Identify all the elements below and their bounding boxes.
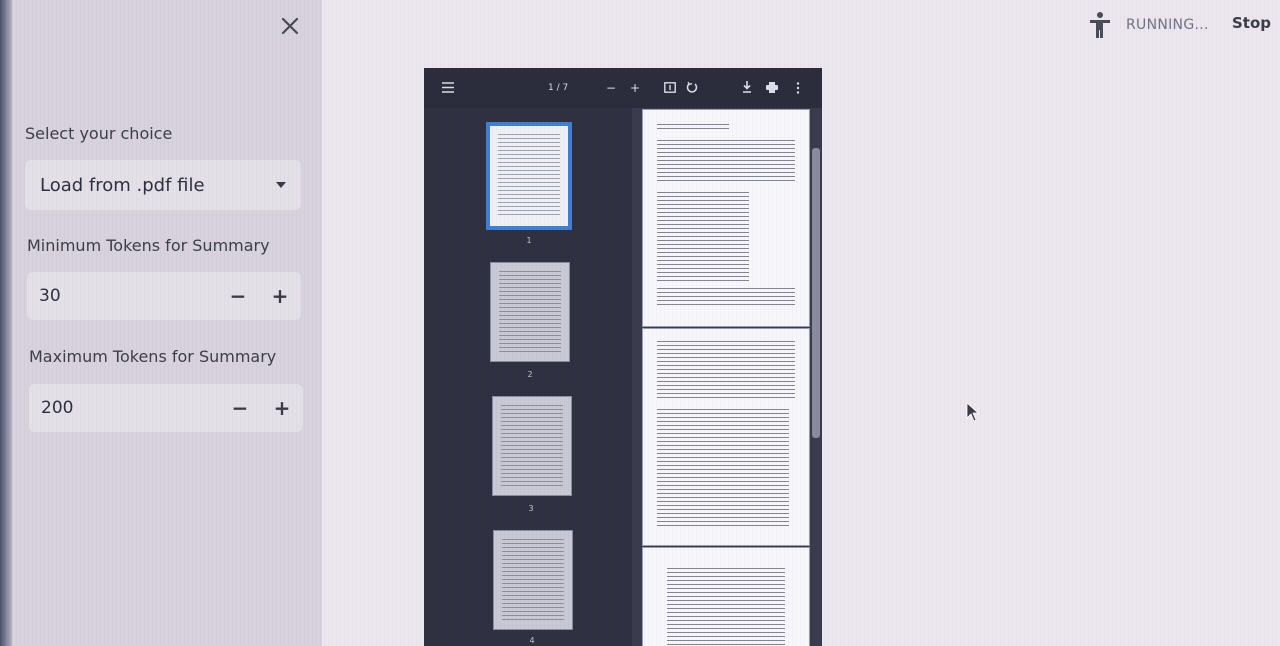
max-tokens-label: Maximum Tokens for Summary xyxy=(29,347,277,366)
min-tokens-label: Minimum Tokens for Summary xyxy=(27,236,270,255)
close-sidebar-button[interactable] xyxy=(276,12,304,40)
select-value: Load from .pdf file xyxy=(40,174,205,196)
source-select[interactable]: Load from .pdf file xyxy=(25,160,301,210)
max-tokens-increment-button[interactable]: + xyxy=(261,384,303,432)
pdf-page xyxy=(642,547,810,646)
running-person-icon xyxy=(1090,12,1110,38)
zoom-in-button[interactable]: + xyxy=(630,80,640,96)
more-vertical-icon[interactable] xyxy=(796,82,800,94)
chevron-down-icon xyxy=(276,182,286,188)
select-label: Select your choice xyxy=(25,124,173,143)
page-thumbnail[interactable] xyxy=(490,262,570,362)
sidebar-toggle-icon[interactable] xyxy=(442,82,454,93)
thumbnail-number: 2 xyxy=(527,370,533,379)
max-tokens-decrement-button[interactable]: − xyxy=(219,384,261,432)
page-indicator[interactable]: 1 / 7 xyxy=(548,80,568,96)
pdf-viewer: 1 / 7 − + 1 2 3 4 xyxy=(424,68,822,646)
thumbnail-pane: 1 2 3 4 xyxy=(424,108,632,646)
min-tokens-value: 30 xyxy=(39,286,61,306)
max-tokens-input[interactable]: 200 − + xyxy=(29,384,303,432)
running-status: RUNNING... xyxy=(1088,8,1209,42)
thumbnail-number: 4 xyxy=(529,636,535,645)
thumbnail-number: 3 xyxy=(528,504,534,513)
stop-button[interactable]: Stop xyxy=(1232,14,1271,32)
pdf-page xyxy=(642,109,810,327)
mouse-cursor-icon xyxy=(966,402,980,422)
pdf-page xyxy=(642,328,810,546)
sidebar: Select your choice Load from .pdf file M… xyxy=(0,0,322,646)
max-tokens-value: 200 xyxy=(41,398,74,418)
page-thumbnail[interactable] xyxy=(493,530,573,630)
close-icon xyxy=(281,17,299,35)
page-thumbnail[interactable] xyxy=(486,122,572,230)
download-icon[interactable] xyxy=(742,81,752,93)
pdf-scrollbar[interactable] xyxy=(812,148,820,438)
fit-page-icon[interactable] xyxy=(664,82,676,93)
rotate-icon[interactable] xyxy=(686,81,698,93)
sidebar-edge xyxy=(0,0,12,646)
pdf-toolbar: 1 / 7 − + xyxy=(424,68,822,108)
min-tokens-input[interactable]: 30 − + xyxy=(27,272,301,320)
running-text: RUNNING... xyxy=(1126,17,1209,33)
min-tokens-increment-button[interactable]: + xyxy=(259,272,301,320)
page-thumbnail[interactable] xyxy=(492,396,572,496)
page-pane[interactable] xyxy=(632,108,822,646)
print-icon[interactable] xyxy=(766,82,778,93)
min-tokens-decrement-button[interactable]: − xyxy=(217,272,259,320)
thumbnail-number: 1 xyxy=(526,236,532,245)
zoom-out-button[interactable]: − xyxy=(606,80,616,96)
